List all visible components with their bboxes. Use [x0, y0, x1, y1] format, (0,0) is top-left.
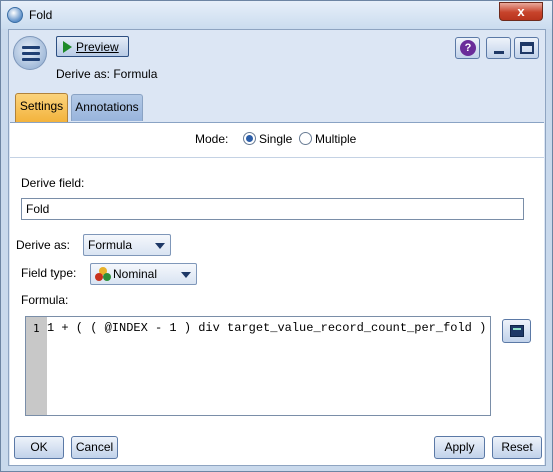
mode-single-radio[interactable]: [243, 132, 256, 145]
cancel-button[interactable]: Cancel: [71, 436, 118, 459]
mode-multiple-label[interactable]: Multiple: [315, 132, 356, 146]
mode-multiple-radio[interactable]: [299, 132, 312, 145]
calculator-icon: [510, 325, 524, 337]
minimize-panel-button[interactable]: [486, 37, 511, 59]
help-button[interactable]: ?: [455, 37, 480, 59]
derive-as-select[interactable]: Formula: [83, 234, 171, 256]
play-icon: [63, 41, 72, 53]
mode-single-label[interactable]: Single: [259, 132, 292, 146]
derive-node-icon: [13, 36, 47, 70]
formula-label: Formula:: [21, 293, 69, 307]
mode-label: Mode:: [195, 132, 229, 146]
derive-as-value: Formula: [88, 238, 133, 252]
field-type-select[interactable]: Nominal: [90, 263, 197, 285]
app-icon: [7, 7, 23, 23]
formula-editor[interactable]: 1 1 + ( ( @INDEX - 1 ) div target_value_…: [25, 316, 491, 416]
expression-builder-button[interactable]: [502, 319, 531, 343]
line-number-gutter: 1: [26, 317, 47, 415]
chevron-down-icon: [181, 272, 191, 278]
maximize-icon: [520, 42, 534, 54]
derive-as-label: Derive as:: [16, 238, 71, 252]
ok-button[interactable]: OK: [14, 436, 64, 459]
window-title: Fold: [29, 8, 53, 22]
derive-field-label: Derive field:: [21, 176, 85, 190]
node-caption: Derive as: Formula: [56, 67, 158, 81]
title-bar[interactable]: Fold x: [1, 1, 552, 29]
fold-dialog-window: Fold x Preview Derive as: Formula ? Sett…: [0, 0, 553, 472]
reset-button[interactable]: Reset: [492, 436, 542, 459]
formula-code[interactable]: 1 + ( ( @INDEX - 1 ) div target_value_re…: [47, 321, 486, 335]
maximize-panel-button[interactable]: [514, 37, 539, 59]
preview-label: Preview: [76, 40, 119, 54]
dialog-client-area: Preview Derive as: Formula ? Settings An…: [8, 29, 546, 466]
chevron-down-icon: [155, 243, 165, 249]
minimize-icon: [494, 51, 504, 54]
settings-panel: Mode: Single Multiple Derive field: Fold…: [10, 122, 544, 465]
line-number: 1: [33, 322, 40, 335]
field-type-label: Field type:: [21, 266, 77, 280]
derive-field-input[interactable]: Fold: [21, 198, 524, 220]
tab-settings[interactable]: Settings: [15, 93, 68, 122]
help-icon: ?: [460, 40, 476, 56]
close-button[interactable]: x: [499, 2, 543, 21]
apply-button[interactable]: Apply: [434, 436, 485, 459]
tab-annotations[interactable]: Annotations: [71, 94, 143, 121]
divider: [10, 157, 544, 158]
field-type-value: Nominal: [113, 267, 158, 281]
preview-button[interactable]: Preview: [56, 36, 129, 57]
nominal-icon: [95, 267, 111, 281]
